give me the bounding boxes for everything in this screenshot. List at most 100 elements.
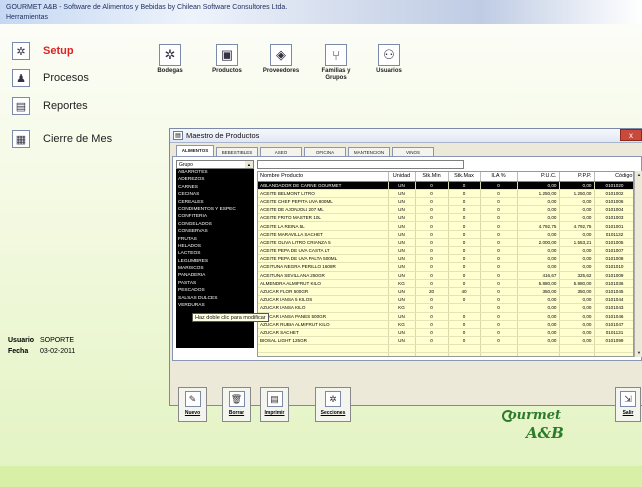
table-cell: 0 — [448, 181, 481, 190]
group-list-item[interactable]: CONDIMENTOS Y ESPEC — [176, 206, 254, 213]
table-row[interactable]: ACEITE DE AJONJOLI 207 ML UN 0 0 0 0,00 0,00 01… — [258, 205, 633, 215]
group-list-item[interactable]: SALSAS DULCES — [176, 295, 254, 302]
column-header[interactable]: Stk.Max — [448, 172, 481, 182]
sidebar-item-cierre-de-mes[interactable]: ▦ Cierre de Mes — [12, 128, 112, 150]
table-cell: 0,00 — [559, 328, 595, 338]
table-row[interactable]: ACEITE PEPA DE UVA PALTA 500ML UN 0 0 0 0,00 0… — [258, 254, 633, 264]
toolbar-bodegas[interactable]: ✲ Bodegas — [145, 44, 195, 75]
group-list-item[interactable]: VERDURAS — [176, 302, 254, 309]
table-row[interactable]: AZUCAR IANSA PANES 500GR UN 0 0 0 0,00 0,00 010… — [258, 312, 633, 321]
table-cell: 0101007 — [594, 246, 633, 256]
group-list-item[interactable]: LACTEOS — [176, 250, 254, 257]
group-list-item[interactable]: PESCADOS — [176, 287, 254, 294]
products-icon: ▣ — [216, 44, 238, 66]
bottom-band — [0, 466, 642, 487]
table-row[interactable]: ACEITE MARAVILLA SACHET UN 0 0 0 0,00 0,00 0101… — [258, 230, 633, 239]
table-cell — [415, 352, 449, 356]
group-list-item[interactable]: PANADERIA — [176, 272, 254, 279]
table-row[interactable]: ACEITUNA SEVILLANA 250GR UN 0 0 0 416,67 325,6… — [258, 271, 633, 280]
group-list-item[interactable]: FRUTAS — [176, 236, 254, 243]
column-header[interactable]: Unidad — [388, 172, 416, 182]
column-header[interactable]: Código — [594, 172, 633, 182]
toolbar-familias-y-grupos[interactable]: ⑂ Familias y Grupos — [311, 44, 361, 82]
toolbar-proveedores[interactable]: ◈ Proveedores — [256, 44, 306, 75]
table-row[interactable]: ACEITE CHEF PEPITA UVA 800ML UN 0 0 0 0,00 0,0… — [258, 197, 633, 207]
group-list-item[interactable]: CONSERVAS — [176, 228, 254, 235]
group-list-item[interactable]: LEGUMBRES — [176, 258, 254, 265]
table-row[interactable]: AZUCAR SACHET UN 0 0 0 0,00 0,00 0101131 — [258, 328, 633, 338]
table-row[interactable]: ACEITE FRITO MASTER 10L UN 0 0 0 0,00 0,00 0101… — [258, 213, 633, 223]
new-button[interactable]: ✎ Nuevo — [178, 387, 207, 422]
button-label: Nuevo — [184, 410, 201, 416]
group-list-item[interactable]: ADEREZOS — [176, 176, 254, 183]
scroll-down-icon[interactable]: ▼ — [635, 349, 642, 357]
filter-input[interactable] — [257, 160, 464, 169]
column-header[interactable]: Stk.Min — [415, 172, 449, 182]
scroll-up-icon[interactable]: ▲ — [635, 171, 642, 179]
table-cell: ACEITE PEPA DE UVA PALTA 500ML — [258, 254, 389, 264]
table-row[interactable]: ACEITE BELMONT LITRO UN 0 0 0 1.250,00 1.250,0… — [258, 189, 633, 198]
table-row[interactable]: AZUCAR IANSA KILO KG 0 0 0,00 0,00 0101043 — [258, 303, 633, 313]
table-row[interactable]: AZUCAR IANSA 5 KILOS UN 0 0 0 0,00 0,00 0101044 — [258, 295, 633, 305]
table-cell: 0 — [480, 279, 518, 288]
vertical-scrollbar[interactable]: ▲ ▼ — [634, 171, 642, 357]
sections-icon: ✲ — [325, 391, 341, 407]
sidebar-item-setup[interactable]: ✲ Setup — [12, 40, 74, 62]
close-button[interactable]: x — [620, 129, 642, 141]
menu-herramientas[interactable]: Herramientas — [6, 14, 48, 21]
table-row[interactable]: ACEITUNA NEGRA PERILLO 1608R UN 0 0 0 0,00 0,0… — [258, 262, 633, 272]
group-list-item[interactable]: CECINAS — [176, 191, 254, 198]
table-row[interactable]: AZUCAR FLOR 500GR UN 20 40 0 350,00 350,00 0101… — [258, 287, 633, 297]
toolbar-productos[interactable]: ▣ Productos — [202, 44, 252, 75]
table-row[interactable]: ACEITE PEPA DE UVA CASTA LT UN 0 0 0 0,00 0,00… — [258, 246, 633, 256]
column-header[interactable]: Nombre Producto — [258, 172, 389, 182]
table-cell: 0 — [448, 254, 481, 264]
chevron-down-icon[interactable]: ▲ — [245, 161, 253, 168]
delete-button[interactable]: 🗑 Borrar — [222, 387, 251, 422]
table-cell: 0101036 — [594, 279, 633, 288]
table-row[interactable] — [258, 352, 633, 356]
exit-button[interactable]: ⇲ Salir — [615, 387, 641, 422]
table-row[interactable]: ACEITE OLIVA LITRO CRIANZA 5 UN 0 0 0 2.000,0… — [258, 238, 633, 248]
table-cell: 0 — [480, 205, 518, 215]
column-header[interactable]: P.U.C. — [517, 172, 560, 182]
group-list-item[interactable]: CARNES — [176, 184, 254, 191]
table-cell: 0101132 — [594, 230, 633, 239]
toolbar-usuarios[interactable]: ⚇ Usuarios — [364, 44, 414, 75]
table-row[interactable]: ABLANDADOR DE CARNE GOURMET UN 0 0 0 0,00 0,00… — [258, 181, 633, 190]
group-list-item[interactable]: CONFITERIA — [176, 213, 254, 220]
table-row[interactable]: BIOSAL LIGHT 125GR UN 0 0 0 0,00 0,00 0101099 — [258, 336, 633, 346]
table-row[interactable] — [258, 344, 633, 354]
group-select[interactable]: Grupo ▲ — [176, 160, 254, 169]
group-list-item[interactable]: PASTAS — [176, 280, 254, 287]
table-row[interactable]: ALMENDRA ALMIFRUT KILO KG 0 0 0 5.880,00 5.880… — [258, 279, 633, 288]
table-cell: 0,00 — [559, 197, 595, 207]
users-icon: ⚇ — [378, 44, 400, 66]
sidebar-item-procesos[interactable]: ♟ Procesos — [12, 67, 89, 89]
table-cell: UN — [388, 246, 416, 256]
toolbar-label: Productos — [212, 68, 242, 74]
group-list-item[interactable]: HELADOS — [176, 243, 254, 250]
group-list-item[interactable]: CEREALES — [176, 199, 254, 206]
table-cell: 0 — [415, 279, 449, 288]
sidebar-item-reportes[interactable]: ▤ Reportes — [12, 95, 88, 117]
table-cell: 0,00 — [517, 336, 560, 346]
column-header[interactable]: ILA % — [480, 172, 518, 182]
button-label: Salir — [622, 410, 634, 416]
table-row[interactable]: ACEITE LA REINA 5L UN 0 0 0 4.792,75 4.792,75 0… — [258, 221, 633, 231]
products-table[interactable]: Nombre Producto Unidad Stk.Min Stk.Max ILA %… — [257, 171, 634, 357]
print-button[interactable]: ▤ Imprimir — [260, 387, 289, 422]
table-cell: 0101004 — [594, 205, 633, 215]
column-header[interactable]: P.P.P. — [559, 172, 595, 182]
table-row[interactable]: AZUCAR RUBIA ALMIFRUT KILO KG 0 0 0 0,00 0,00 0… — [258, 320, 633, 329]
table-cell — [448, 352, 481, 356]
toolbar-label: Proveedores — [262, 68, 300, 74]
sidebar-item-label: Setup — [43, 45, 74, 57]
group-list-item[interactable]: MARISCOS — [176, 265, 254, 272]
group-list-item[interactable]: ABARROTES — [176, 169, 254, 176]
sections-button[interactable]: ✲ Secciones — [315, 387, 351, 422]
gourmet-logo: ourmet A&B — [498, 408, 578, 448]
table-cell: 0101045 — [594, 287, 633, 297]
group-list-item[interactable]: CONGELADOS — [176, 221, 254, 228]
table-cell: 0101003 — [594, 213, 633, 223]
